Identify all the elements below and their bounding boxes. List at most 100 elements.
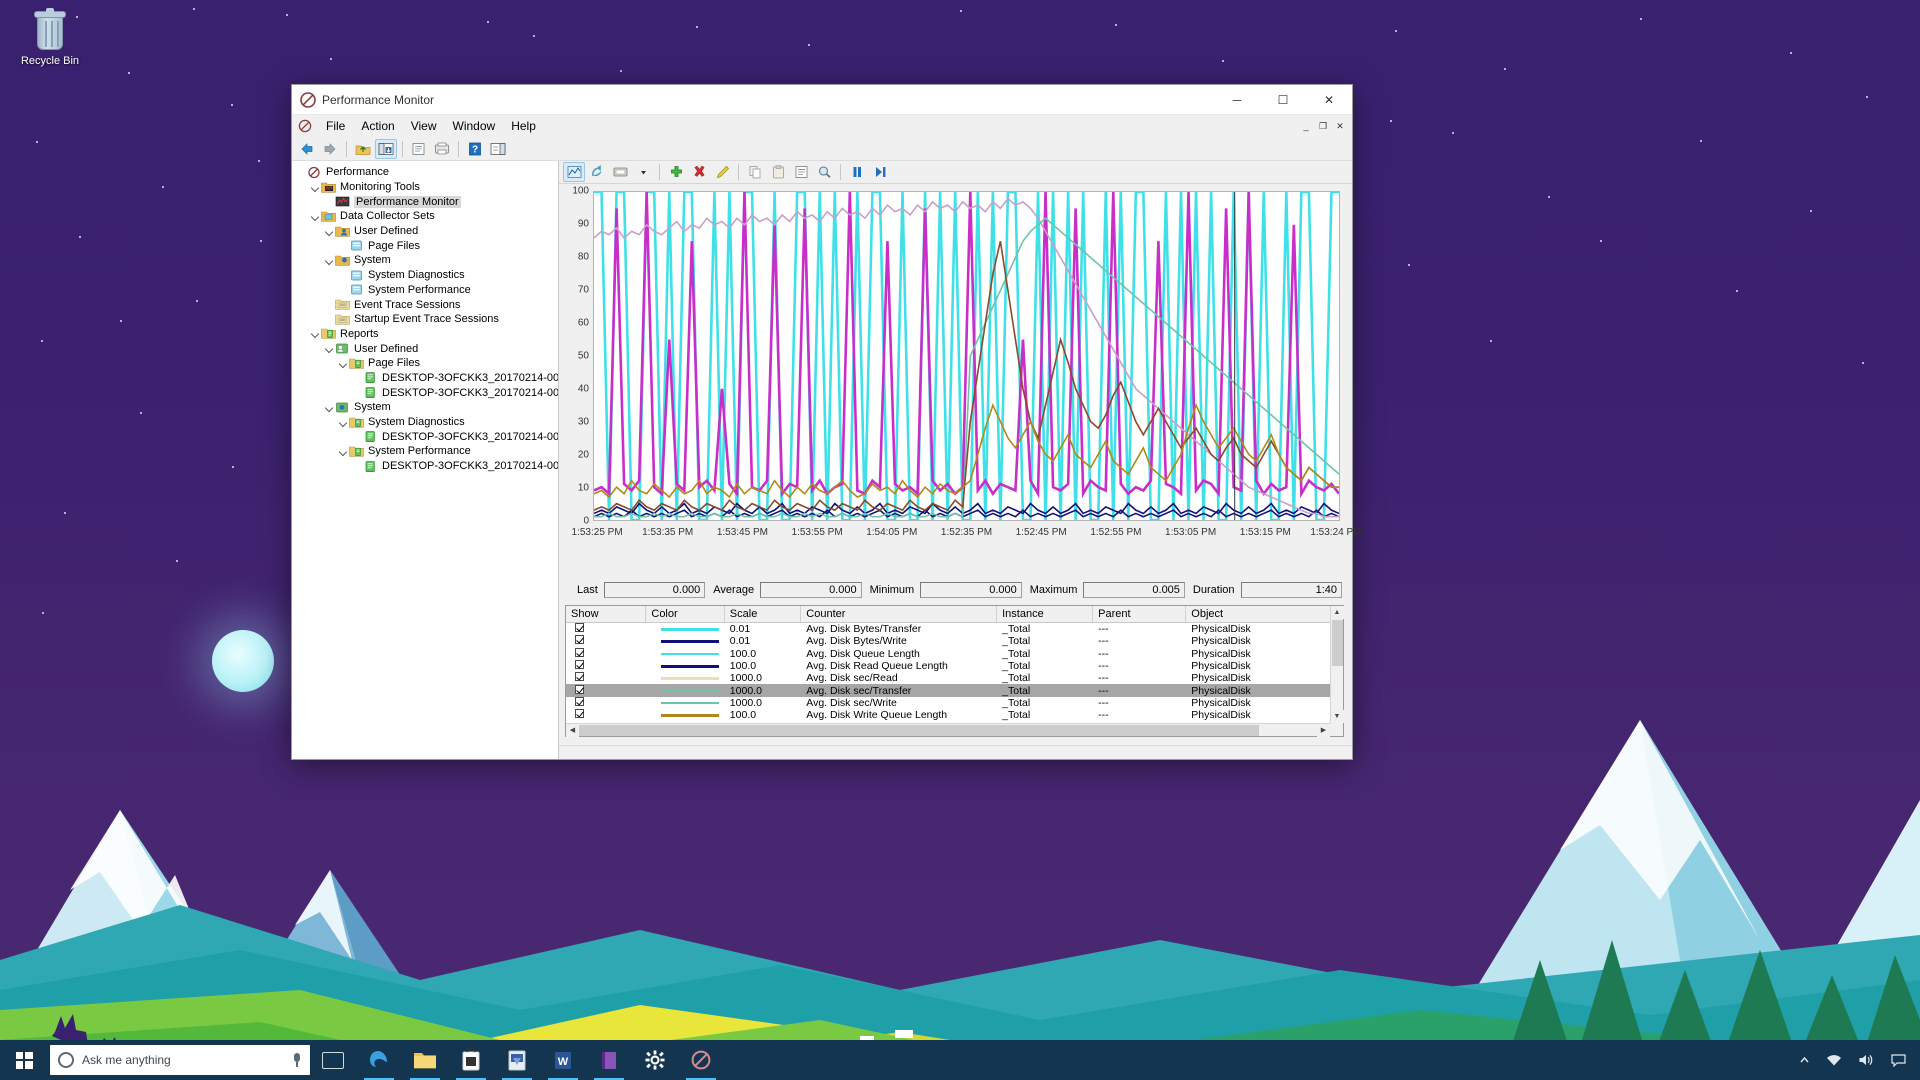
tree-item-system-diagnostics[interactable]: System Diagnostics — [292, 268, 558, 283]
tree-item-performance-monitor[interactable]: Performance Monitor — [292, 194, 558, 209]
tree-item-system-performance[interactable]: System Performance — [292, 283, 558, 298]
table-row[interactable]: 100.0 Avg. Disk Read Queue Length _Total --… — [566, 660, 1343, 672]
clear-display-icon[interactable] — [586, 162, 608, 182]
show-checkbox[interactable] — [566, 696, 646, 709]
scroll-down-arrow[interactable]: ▼ — [1330, 710, 1344, 723]
edge-icon[interactable] — [356, 1040, 402, 1080]
change-graph-type-dropdown-icon[interactable] — [632, 162, 654, 182]
show-checkbox[interactable] — [566, 623, 646, 635]
forward-icon[interactable] — [319, 139, 341, 159]
menu-window[interactable]: Window — [445, 117, 504, 135]
tree-item-system[interactable]: System — [292, 400, 558, 415]
update-data-icon[interactable] — [869, 162, 891, 182]
scroll-right-arrow[interactable]: ▶ — [1317, 723, 1330, 737]
network-icon[interactable] — [1818, 1040, 1850, 1080]
show-checkbox[interactable] — [566, 647, 646, 660]
expand-chevron-icon[interactable] — [310, 209, 321, 223]
up-folder-icon[interactable] — [352, 139, 374, 159]
volume-icon[interactable] — [1850, 1040, 1883, 1080]
column-header-counter[interactable]: Counter — [801, 606, 998, 622]
maximize-button[interactable]: ☐ — [1260, 85, 1306, 115]
table-row[interactable]: 1000.0 Avg. Disk sec/Transfer _Total --- Phy… — [566, 684, 1343, 697]
paste-counter-list-icon[interactable] — [767, 162, 789, 182]
chart-plot[interactable] — [593, 191, 1340, 521]
window-titlebar[interactable]: Performance Monitor ─ ☐ ✕ — [292, 85, 1352, 115]
column-header-instance[interactable]: Instance — [997, 606, 1094, 622]
start-button[interactable] — [0, 1040, 48, 1080]
menu-help[interactable]: Help — [503, 117, 544, 135]
expand-chevron-icon[interactable] — [324, 253, 335, 267]
onenote-icon[interactable] — [586, 1040, 632, 1080]
highlight-icon[interactable] — [711, 162, 733, 182]
copy-properties-icon[interactable] — [744, 162, 766, 182]
tree-item-system-diagnostics[interactable]: System Diagnostics — [292, 415, 558, 430]
column-header-object[interactable]: Object — [1186, 606, 1343, 622]
help-icon[interactable]: ? — [464, 139, 486, 159]
show-hide-console-tree-icon[interactable] — [375, 138, 397, 159]
column-header-parent[interactable]: Parent — [1093, 606, 1187, 622]
tree-item-monitoring-tools[interactable]: Monitoring Tools — [292, 180, 558, 195]
recycle-bin-icon[interactable]: Recycle Bin — [10, 8, 90, 67]
table-row[interactable]: 0.01 Avg. Disk Bytes/Transfer _Total --- Phy… — [566, 623, 1343, 635]
console-tree[interactable]: Performance Monitoring Tools Performance M… — [292, 161, 559, 759]
tree-item-event-trace-sessions[interactable]: Event Trace Sessions — [292, 297, 558, 312]
expand-chevron-icon[interactable] — [324, 400, 335, 414]
task-view-icon[interactable] — [310, 1040, 356, 1080]
table-body[interactable]: 0.01 Avg. Disk Bytes/Transfer _Total --- Phy… — [566, 623, 1343, 736]
expand-chevron-icon[interactable] — [338, 356, 349, 370]
tree-item-startup-event-trace-sessions[interactable]: Startup Event Trace Sessions — [292, 312, 558, 327]
tree-item-desktop-3ofckk3-20170214-000001[interactable]: DESKTOP-3OFCKK3_20170214-000001 — [292, 429, 558, 444]
tree-item-data-collector-sets[interactable]: Data Collector Sets — [292, 209, 558, 224]
tree-item-system-performance[interactable]: System Performance — [292, 444, 558, 459]
mdi-minimize-button[interactable]: _ — [1298, 118, 1314, 134]
vertical-scrollbar[interactable]: ▲ ▼ — [1330, 606, 1344, 723]
close-button[interactable]: ✕ — [1306, 85, 1352, 115]
show-hidden-icons[interactable] — [1791, 1040, 1818, 1080]
menu-action[interactable]: Action — [353, 117, 402, 135]
microphone-icon[interactable] — [292, 1052, 302, 1068]
properties-icon[interactable] — [790, 162, 812, 182]
show-hide-action-pane-icon[interactable] — [487, 139, 509, 159]
tree-item-user-defined[interactable]: User Defined — [292, 224, 558, 239]
search-input[interactable]: Ask me anything — [50, 1045, 310, 1075]
file-explorer-icon[interactable] — [402, 1040, 448, 1080]
back-icon[interactable] — [296, 139, 318, 159]
vertical-scroll-thumb[interactable] — [1331, 620, 1343, 666]
expand-chevron-icon[interactable] — [310, 180, 321, 194]
expand-chevron-icon[interactable] — [324, 342, 335, 356]
table-row[interactable]: 100.0 Avg. Disk Write Queue Length _Total -… — [566, 709, 1343, 721]
mdi-restore-button[interactable]: ❐ — [1315, 118, 1331, 134]
tree-item-page-files[interactable]: Page Files — [292, 238, 558, 253]
scroll-left-arrow[interactable]: ◀ — [566, 723, 579, 737]
add-counter-icon[interactable] — [665, 162, 687, 182]
export-list-icon[interactable] — [431, 139, 453, 159]
minimize-button[interactable]: ─ — [1214, 85, 1260, 115]
menu-view[interactable]: View — [403, 117, 445, 135]
tree-item-desktop-3ofckk3-20170214-000001[interactable]: DESKTOP-3OFCKK3_20170214-000001 — [292, 371, 558, 386]
counter-table[interactable]: Show Color Scale Counter Instance Parent Objec… — [565, 605, 1344, 737]
tree-item-desktop-3ofckk3-20170214-000003[interactable]: DESKTOP-3OFCKK3_20170214-000003 — [292, 385, 558, 400]
table-row[interactable]: 1000.0 Avg. Disk sec/Read _Total --- Physica… — [566, 672, 1343, 684]
tree-item-performance[interactable]: Performance — [292, 165, 558, 180]
delete-counter-icon[interactable] — [688, 162, 710, 182]
perfmon-icon[interactable] — [678, 1040, 724, 1080]
settings-icon[interactable] — [632, 1040, 678, 1080]
show-checkbox[interactable] — [566, 709, 646, 721]
freeze-display-icon[interactable] — [846, 162, 868, 182]
tree-item-reports[interactable]: Reports — [292, 327, 558, 342]
show-checkbox[interactable] — [566, 672, 646, 684]
tree-item-desktop-3ofckk3-20170214-000002[interactable]: DESKTOP-3OFCKK3_20170214-000002 — [292, 459, 558, 474]
column-header-color[interactable]: Color — [646, 606, 725, 622]
horizontal-scroll-thumb[interactable] — [579, 724, 1259, 736]
store-icon[interactable] — [448, 1040, 494, 1080]
horizontal-scrollbar[interactable]: ◀ ▶ — [566, 723, 1330, 737]
expand-chevron-icon[interactable] — [338, 444, 349, 458]
view-current-activity-icon[interactable] — [609, 162, 631, 182]
expand-chevron-icon[interactable] — [310, 327, 321, 341]
mdi-close-button[interactable]: ✕ — [1332, 118, 1348, 134]
table-row[interactable]: 1000.0 Avg. Disk sec/Write _Total --- Physic… — [566, 696, 1343, 709]
view-graph-icon[interactable] — [563, 162, 585, 182]
properties-icon[interactable] — [408, 139, 430, 159]
zoom-icon[interactable] — [813, 162, 835, 182]
mail-icon[interactable] — [494, 1040, 540, 1080]
